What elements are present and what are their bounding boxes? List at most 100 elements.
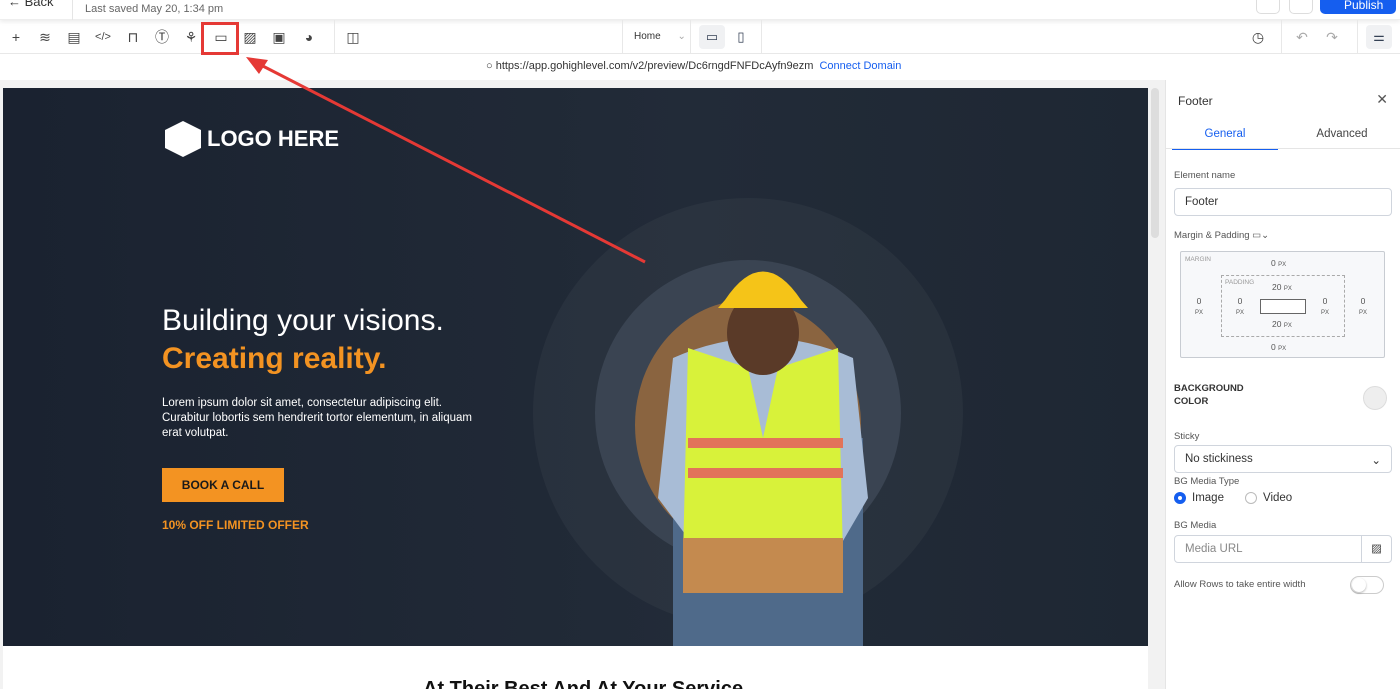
logo: LOGO HERE: [165, 121, 339, 157]
panel-title: Footer: [1178, 94, 1213, 108]
book-call-button[interactable]: BOOK A CALL: [162, 468, 284, 502]
hexagon-logo-icon: [165, 121, 201, 157]
paint-icon[interactable]: ⊓: [124, 28, 142, 46]
connect-domain-link[interactable]: Connect Domain: [819, 60, 901, 72]
preview-url[interactable]: https://app.gohighlevel.com/v2/preview/D…: [496, 60, 814, 72]
hero-body: Lorem ipsum dolor sit amet, consectetur …: [162, 397, 472, 439]
chevron-down-icon: ⌄: [1371, 455, 1381, 467]
terminal-icon[interactable]: ▣: [270, 28, 288, 46]
text-icon[interactable]: Ⓣ: [153, 28, 171, 46]
element-name-input[interactable]: Footer: [1174, 188, 1392, 216]
divider: [72, 0, 73, 20]
unit: PX: [1195, 310, 1204, 316]
unit: PX: [1236, 310, 1245, 316]
history-icon[interactable]: ◷: [1249, 28, 1267, 46]
unit: PX: [1283, 323, 1292, 329]
settings-sliders-icon[interactable]: ⚌: [1366, 25, 1392, 49]
back-label: Back: [24, 0, 54, 9]
chevron-down-icon: ⌄: [677, 31, 686, 42]
radio-image[interactable]: Image: [1174, 492, 1224, 504]
highlight-box: [201, 22, 239, 55]
code-icon[interactable]: </>: [94, 28, 112, 46]
desktop-icon[interactable]: ▭⌄: [1252, 230, 1269, 241]
back-button[interactable]: ← Back: [8, 0, 54, 9]
unit: PX: [1321, 310, 1330, 316]
desktop-icon[interactable]: ▭: [699, 25, 725, 49]
value: 0: [1237, 296, 1243, 306]
padding-box: PADDING 20 PX 20 PX 0 PX 0 PX: [1221, 275, 1345, 337]
full-width-label: Allow Rows to take entire width: [1174, 579, 1306, 590]
padding-bottom[interactable]: 20 PX: [1272, 319, 1292, 329]
layers-icon[interactable]: ≋: [36, 28, 54, 46]
margin-left[interactable]: 0 PX: [1195, 296, 1203, 316]
sticky-select[interactable]: No stickiness ⌄: [1174, 445, 1392, 473]
page-select[interactable]: Home ⌄: [634, 31, 686, 42]
editor-canvas: LOGO HERE Building your visions. Creatin…: [0, 80, 1165, 689]
mobile-icon[interactable]: ▯: [728, 25, 754, 49]
tab-general[interactable]: General: [1172, 128, 1278, 150]
top-bar: ← Back Last saved May 20, 1:34 pm Publis…: [0, 0, 1400, 20]
margin-bottom[interactable]: 0 PX: [1271, 342, 1286, 352]
margin-top[interactable]: 0 PX: [1271, 258, 1286, 268]
construction-worker-image: [658, 271, 868, 646]
padding-left[interactable]: 0 PX: [1236, 296, 1244, 316]
tab-advanced[interactable]: Advanced: [1289, 128, 1395, 148]
redo-icon[interactable]: ↷: [1323, 28, 1341, 46]
media-url-placeholder: Media URL: [1185, 543, 1243, 555]
section-heading: At Their Best And At Your Service: [423, 678, 744, 689]
value: 0: [1360, 296, 1366, 306]
bg-media-type-label: BG Media Type: [1174, 476, 1240, 487]
radio-video[interactable]: Video: [1245, 492, 1292, 504]
page-select-label: Home: [634, 31, 661, 42]
color-icon[interactable]: ⚘: [182, 28, 200, 46]
last-saved: Last saved May 20, 1:34 pm: [85, 3, 224, 15]
columns-icon[interactable]: ◫: [344, 28, 362, 46]
divider: [1281, 20, 1282, 54]
close-icon[interactable]: ✕: [1376, 91, 1388, 108]
cookie-icon[interactable]: ◕: [300, 28, 318, 46]
sticky-value: No stickiness: [1185, 453, 1253, 465]
padding-label: PADDING: [1225, 279, 1255, 286]
unit: PX: [1278, 346, 1287, 352]
offer-text: 10% OFF LIMITED OFFER: [162, 518, 309, 532]
margin-padding-label: Margin & Padding ▭⌄: [1174, 230, 1269, 241]
value: 0: [1196, 296, 1202, 306]
page-scrollbar[interactable]: [1151, 88, 1159, 238]
bg-color-swatch[interactable]: [1363, 386, 1387, 410]
form-search-icon[interactable]: ▨: [241, 28, 259, 46]
radio-label: Video: [1263, 492, 1293, 504]
media-url-input[interactable]: Media URL ▨: [1174, 535, 1392, 563]
publish-button[interactable]: Publish: [1320, 0, 1396, 14]
plus-icon[interactable]: +: [7, 28, 25, 46]
pages-icon[interactable]: ▤: [65, 28, 83, 46]
logo-text: LOGO HERE: [207, 126, 340, 151]
value: 0: [1322, 296, 1328, 306]
preview-url-bar: ○ https://app.gohighlevel.com/v2/preview…: [486, 60, 902, 72]
preview-button[interactable]: [1256, 0, 1280, 14]
bg-media-label: BG Media: [1174, 520, 1217, 531]
margin-padding-editor: MARGIN 0 PX 0 PX 0 PX 0 PX PADDING 20 PX 2…: [1180, 251, 1385, 358]
margin-right[interactable]: 0 PX: [1359, 296, 1367, 316]
radio-checked: [1174, 492, 1186, 504]
value: 20: [1272, 282, 1282, 292]
padding-top[interactable]: 20 PX: [1272, 282, 1292, 292]
divider: [690, 20, 691, 54]
divider: [1357, 20, 1358, 54]
radio-label: Image: [1192, 492, 1224, 504]
undo-icon[interactable]: ↶: [1293, 28, 1311, 46]
image-upload-icon[interactable]: ▨: [1361, 536, 1391, 562]
sticky-label: Sticky: [1174, 431, 1200, 442]
next-section: At Their Best And At Your Service: [3, 646, 1148, 689]
value: 20: [1272, 319, 1282, 329]
padding-right[interactable]: 0 PX: [1321, 296, 1329, 316]
properties-panel: Footer ✕ General Advanced Element name F…: [1165, 80, 1400, 689]
value: 0: [1271, 258, 1276, 268]
hero-section[interactable]: LOGO HERE Building your visions. Creatin…: [3, 88, 1148, 646]
margin-label: MARGIN: [1185, 256, 1211, 263]
element-name-label: Element name: [1174, 170, 1236, 181]
full-width-toggle[interactable]: [1350, 576, 1384, 594]
save-button[interactable]: [1289, 0, 1313, 14]
unit: PX: [1278, 262, 1287, 268]
radio-unchecked: [1245, 492, 1257, 504]
divider: [1166, 148, 1400, 149]
